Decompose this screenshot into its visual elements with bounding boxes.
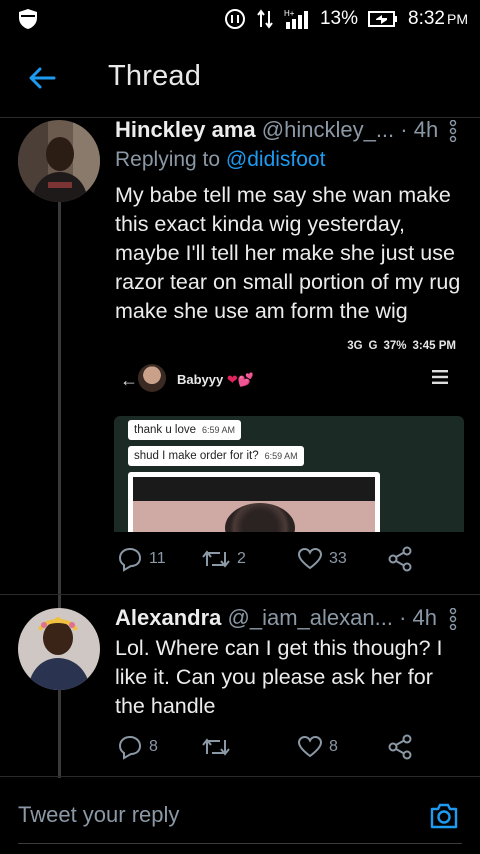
like-button[interactable]: 8 [297, 734, 338, 760]
replying-to-link[interactable]: @didisfoot [226, 148, 326, 171]
reply-button[interactable]: 8 [117, 734, 158, 760]
page-title: Thread [108, 60, 202, 92]
chat-bubble: thank u love 6:59 AM [128, 420, 242, 440]
tweet-time: · 4h [400, 117, 439, 142]
chat-photo [128, 472, 380, 532]
share-icon [388, 546, 412, 572]
status-bar: H+ 13% 8:32 PM [0, 0, 480, 38]
media-chat-header: ← Babyyy ❤💕 [114, 362, 464, 402]
battery-percent: 13% [319, 8, 359, 29]
thread-line [58, 200, 61, 778]
camera-icon[interactable] [428, 800, 460, 832]
tweet-header: Alexandra @_iam_alexan... · 4h [115, 605, 437, 631]
avatar[interactable] [18, 120, 100, 202]
data-saver-icon [224, 8, 246, 30]
tweet-actions: 8 8 [115, 734, 415, 764]
avatar[interactable] [18, 608, 100, 690]
chat-bubble: shud I make order for it? 6:59 AM [128, 446, 304, 466]
divider [0, 594, 480, 595]
more-options-icon[interactable] [448, 120, 458, 142]
share-button[interactable] [387, 734, 413, 760]
heart-icon [297, 735, 323, 758]
share-icon [388, 734, 412, 760]
hamburger-menu-icon [432, 370, 448, 384]
share-button[interactable] [387, 546, 413, 572]
wig-photo [225, 503, 295, 532]
retweet-button[interactable]: 2 [201, 546, 246, 572]
network-type: H+ [284, 9, 295, 18]
display-name[interactable]: Hinckley ama [115, 117, 256, 142]
retweet-icon [202, 738, 230, 756]
signal-icon: H+ [284, 8, 310, 30]
divider [0, 776, 480, 777]
tweet-time: · 4h [399, 605, 437, 630]
user-handle[interactable]: @_iam_alexan... [228, 605, 393, 630]
tweet-text: Lol. Where can I get this though? I like… [115, 636, 443, 718]
reply-composer: Tweet your reply [0, 778, 480, 854]
like-button[interactable]: 33 [297, 546, 347, 572]
tweet-actions: 11 2 33 [115, 546, 415, 576]
tweet-text: My babe tell me say she wan make this ex… [115, 183, 461, 323]
media-back-arrow-icon: ← [120, 370, 138, 390]
app-bar: Thread [0, 38, 480, 118]
reply-icon [118, 547, 142, 572]
replying-to: Replying to @didisfoot [115, 148, 326, 171]
reply-button[interactable]: 11 [117, 546, 166, 572]
retweet-icon [202, 550, 230, 568]
display-name[interactable]: Alexandra [115, 605, 221, 630]
user-handle[interactable]: @hinckley_... [262, 117, 394, 142]
retweet-button[interactable] [201, 734, 237, 760]
shield-icon [19, 9, 37, 29]
tweet-media-image[interactable]: 3G G 37% 3:45 PM ← Babyyy ❤💕 thank u lov… [114, 332, 464, 532]
back-arrow-icon[interactable] [26, 62, 58, 94]
media-chat-area: thank u love 6:59 AM shud I make order fo… [114, 416, 464, 532]
more-options-icon[interactable] [448, 608, 458, 630]
heart-icon [297, 547, 323, 570]
reply-icon [118, 735, 142, 760]
battery-icon [368, 10, 398, 28]
divider [18, 843, 462, 844]
clock: 8:32 PM [408, 8, 468, 29]
media-status-bar: 3G G 37% 3:45 PM [347, 340, 456, 352]
media-contact-name: Babyyy ❤💕 [177, 372, 254, 387]
data-transfer-icon [256, 8, 274, 30]
media-contact-avatar [138, 364, 166, 392]
tweet-header: Hinckley ama @hinckley_... · 4h [115, 117, 438, 143]
reply-input[interactable]: Tweet your reply [18, 802, 179, 828]
